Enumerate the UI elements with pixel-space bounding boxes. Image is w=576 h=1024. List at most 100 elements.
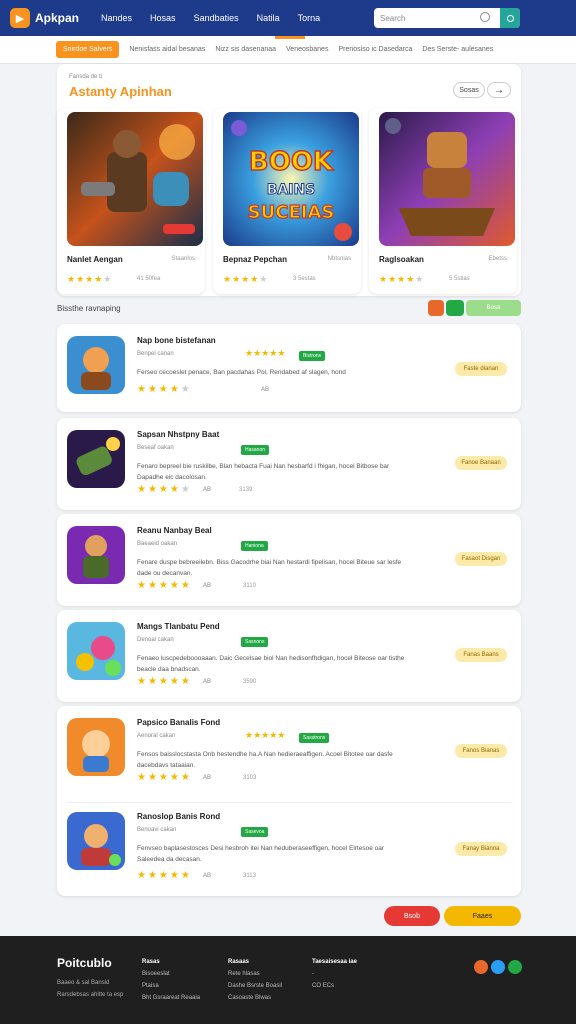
status-badge: Sasnons: [241, 637, 269, 647]
social-icon-1[interactable]: [474, 960, 488, 974]
status-badge: Haniona: [241, 541, 268, 551]
featured-card[interactable]: BOOK BAINS SUCEIAS Bepnaz Pepchan Nbtsni…: [213, 108, 361, 294]
rating-label: AB: [203, 583, 212, 589]
app-icon: [67, 622, 125, 680]
rating-label: AB: [203, 775, 212, 781]
app-description: Fenvseo baplasestosces Desi hesbroh itei…: [137, 845, 385, 863]
site-logo[interactable]: ▶ Apkpan: [10, 8, 79, 28]
status-badge: Sasstrons: [299, 733, 330, 743]
subnav-link-5[interactable]: Des Serste- aulesanes: [422, 46, 493, 53]
social-icon-3[interactable]: [508, 960, 522, 974]
game-art-warrior: [67, 112, 203, 246]
logo-mark-icon: ▶: [10, 8, 30, 28]
app-developer: Aenoral cakan: [137, 733, 176, 739]
list-item[interactable]: Sapsan Nhstpny Baat Beseaf oakan Hasanon…: [57, 418, 521, 510]
featured-card-count: 41 50fea: [137, 276, 161, 282]
yellow-action-button[interactable]: Faaes: [444, 906, 521, 926]
subnav-link-1[interactable]: Nenisfass aidal besanas: [129, 46, 205, 53]
subnav-active-indicator: [275, 36, 305, 39]
app-title: Ranoslop Banis Rond: [137, 812, 221, 821]
list-item[interactable]: Mangs Tlanbatu Pend Denoal cakan Sasnons…: [57, 610, 521, 702]
app-icon: [67, 526, 125, 584]
magnifier-icon: [506, 14, 514, 22]
user-rating: ★★★★★: [137, 772, 192, 783]
star-rating: ★★★★★: [67, 274, 113, 284]
category-subnav: Snirdoe Salvers Nenisfass aidal besanas …: [0, 36, 576, 64]
star-rating: ★★★★★: [245, 348, 286, 358]
install-button[interactable]: Fanos Bianas: [455, 744, 507, 758]
featured-title: Astanty Apinhan: [69, 84, 172, 99]
twitter-icon[interactable]: [491, 960, 505, 974]
svg-text:SUCEIAS: SUCEIAS: [248, 202, 335, 223]
app-developer: Benoavi cakan: [137, 827, 177, 833]
filter-green-button[interactable]: [446, 300, 464, 316]
subnav-link-4[interactable]: Prenosiso ic Dasedarca: [338, 46, 412, 53]
install-button[interactable]: Fanoe Banaan: [455, 456, 507, 470]
rating-label: AB: [203, 679, 212, 685]
star-rating: ★★★★★: [223, 274, 269, 284]
app-icon: [67, 336, 125, 394]
app-developer: Denoal cakan: [137, 637, 174, 643]
filter-view-button[interactable]: Bosa: [466, 300, 521, 316]
app-icon: [67, 430, 125, 488]
footer-link[interactable]: Bht Gsraareat Reaaia: [142, 992, 200, 1004]
nav-link-1[interactable]: Nandes: [101, 13, 132, 23]
app-description: Ferseo cecoeslet penace, Ban pacdahas Po…: [137, 369, 346, 376]
next-arrow-button[interactable]: →: [487, 82, 511, 98]
nav-link-4[interactable]: Natila: [257, 13, 280, 23]
install-button[interactable]: Fanay Bianna: [455, 842, 507, 856]
install-button[interactable]: Faste dianan: [455, 362, 507, 376]
status-badge: Hasanon: [241, 445, 270, 455]
footer-link[interactable]: -: [312, 968, 357, 980]
search-button[interactable]: [500, 8, 520, 28]
app-description: Fenare duspe bebreeilebn. Biss Gacodrhe …: [137, 559, 402, 577]
list-item[interactable]: Nap bone bistefanan Benpei canan ★★★★★ B…: [57, 324, 521, 412]
status-badge: Bistrons: [299, 351, 326, 361]
user-rating: ★★★★★: [137, 580, 192, 591]
row-divider: [67, 802, 511, 803]
filter-orange-button[interactable]: [428, 300, 444, 316]
featured-card-meta: Nbtsnias: [327, 256, 351, 262]
app-meta: 3590: [243, 679, 257, 685]
install-button[interactable]: Fanas Baans: [455, 648, 507, 662]
search-placeholder: Search: [380, 13, 406, 23]
footer-link[interactable]: Rete hlasas: [228, 968, 282, 980]
featured-eyebrow: Fansda de ti: [69, 74, 103, 80]
footer-col-heading: Taesaisesaa iae: [312, 959, 357, 965]
subnav-link-2[interactable]: Nizz sis dasenanaa: [215, 46, 276, 53]
footer-link[interactable]: Casoaste Blwas: [228, 992, 282, 1004]
app-title: Reanu Nanbay Beal: [137, 526, 212, 535]
footer-tagline-2: Rarsdebsas ahitte ta esp: [57, 992, 124, 998]
app-developer: Benpei canan: [137, 351, 174, 357]
featured-card[interactable]: Nanlet Aengan Staanlos ★★★★★ 41 50fea: [57, 108, 205, 294]
footer-link[interactable]: Dashe Bsrste Boasil: [228, 980, 282, 992]
app-title: Mangs Tlanbatu Pend: [137, 622, 220, 631]
game-art-robot: [379, 112, 515, 246]
featured-card[interactable]: Raglsoakan Ebetss ★★★★★ 5 5stias: [369, 108, 517, 294]
list-item[interactable]: Reanu Nanbay Beal Baeaeid oakan Haniona …: [57, 514, 521, 606]
subnav-active-pill[interactable]: Snirdoe Salvers: [56, 41, 120, 58]
red-action-button[interactable]: Bsob: [384, 906, 440, 926]
subnav-link-3[interactable]: Veneosbanes: [286, 46, 328, 53]
list-item-group: Papsico Banalis Fond Aenoral cakan ★★★★★…: [57, 706, 521, 896]
app-description: Fenaro bepreel bie ruskilbe, Blan hebact…: [137, 463, 390, 481]
search-icon: [480, 12, 490, 22]
featured-section: Fansda de ti Astanty Apinhan Sosas → Nan…: [57, 64, 521, 296]
list-section-title: Bissthe ravnaping: [57, 304, 121, 313]
footer-link[interactable]: Bisoeeslat: [142, 968, 200, 980]
see-more-button[interactable]: Sosas: [453, 82, 485, 98]
search-input[interactable]: Search: [374, 8, 520, 28]
install-button[interactable]: Fasaot Disgan: [455, 552, 507, 566]
svg-text:BAINS: BAINS: [267, 182, 316, 198]
nav-link-5[interactable]: Torna: [298, 13, 321, 23]
footer-column-1: Rasas Bisoeeslat Ptaisa Bht Gsraareat Re…: [142, 956, 200, 1004]
rating-label: AB: [261, 387, 270, 393]
footer-link[interactable]: Ptaisa: [142, 980, 200, 992]
nav-link-3[interactable]: Sandbaties: [194, 13, 239, 23]
app-meta: 3139: [239, 487, 253, 493]
app-meta: 3113: [243, 873, 256, 879]
user-rating: ★★★★★: [137, 484, 192, 495]
footer-column-2: Rasaas Rete hlasas Dashe Bsrste Boasil C…: [228, 956, 282, 1004]
footer-link[interactable]: CO ECs: [312, 980, 357, 992]
nav-link-2[interactable]: Hosas: [150, 13, 176, 23]
